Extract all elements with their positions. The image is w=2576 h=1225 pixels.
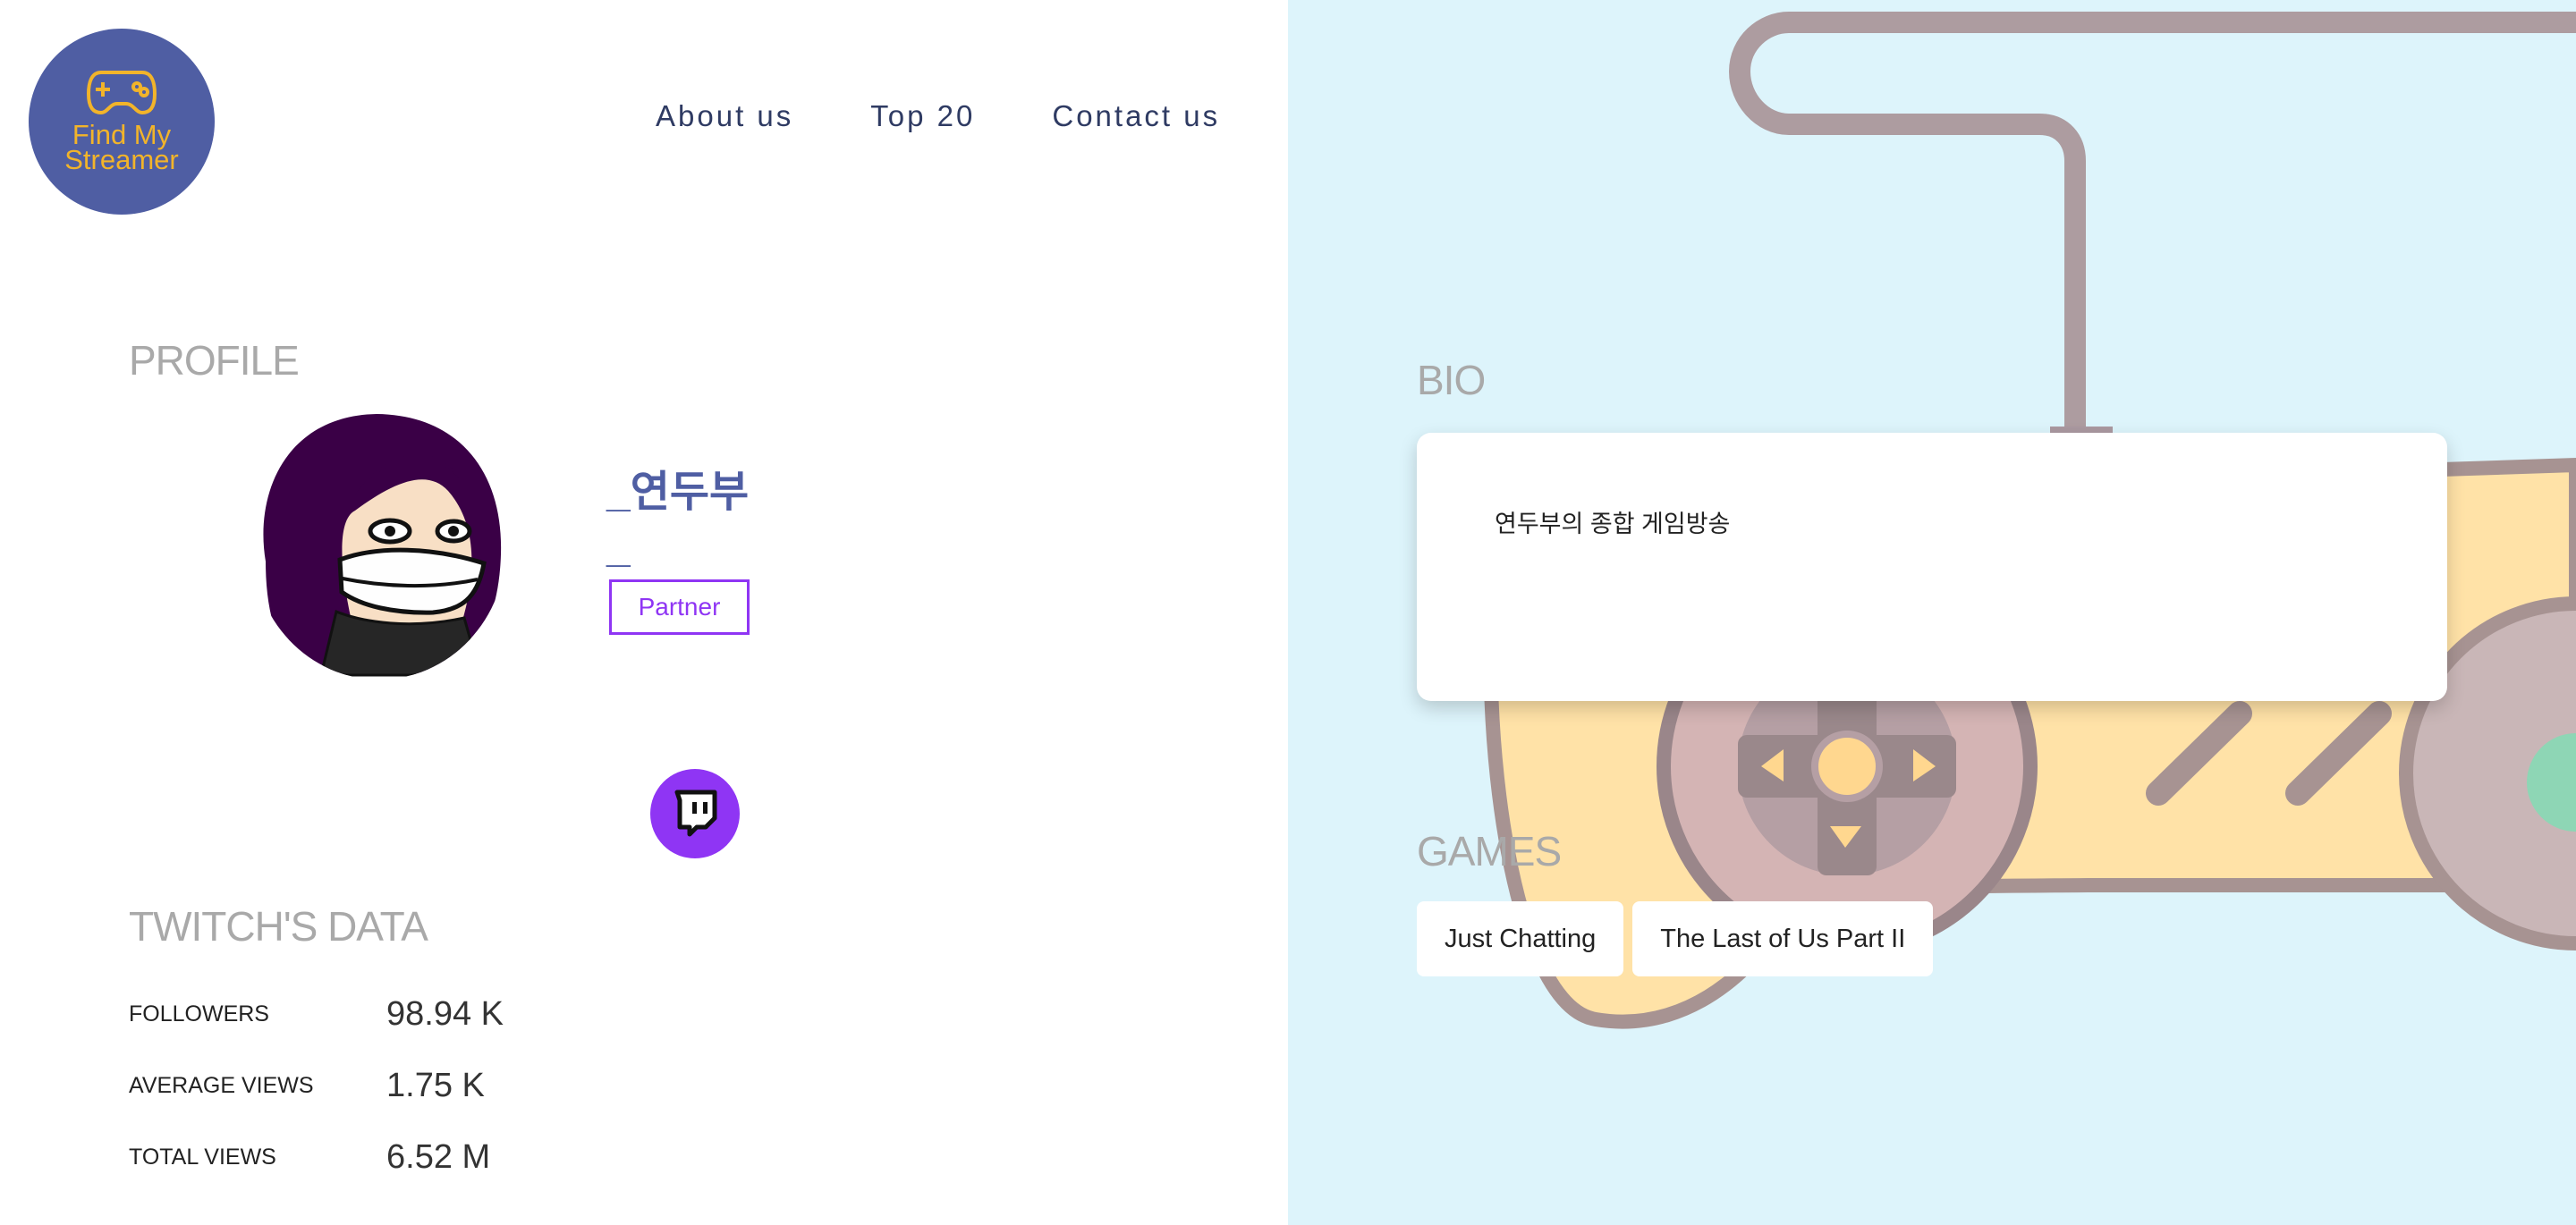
gamepad-icon [86, 71, 157, 115]
bio-title: BIO [1417, 357, 1486, 403]
bio-card: 연두부의 종합 게임방송 [1417, 433, 2447, 701]
bio-text: 연두부의 종합 게임방송 [1495, 511, 1731, 537]
nav-top20-link[interactable]: Top 20 [870, 99, 975, 133]
nav-about-link[interactable]: About us [656, 99, 793, 133]
main-nav: About us Top 20 Contact us [656, 99, 1220, 133]
followers-row: FOLLOWERS 98.94 K [129, 978, 504, 1050]
games-list: Just Chatting The Last of Us Part II [1417, 901, 1934, 976]
twitch-icon [674, 790, 717, 837]
average-views-label: AVERAGE VIEWS [129, 1072, 314, 1098]
profile-title: PROFILE [129, 337, 300, 384]
game-tag-last-of-us-part-ii[interactable]: The Last of Us Part II [1632, 901, 1934, 976]
twitch-stats: FOLLOWERS 98.94 K AVERAGE VIEWS 1.75 K T… [129, 978, 504, 1193]
average-views-row: AVERAGE VIEWS 1.75 K [129, 1050, 504, 1121]
game-tag-just-chatting[interactable]: Just Chatting [1417, 901, 1624, 976]
site-logo[interactable]: Find My Streamer [29, 29, 215, 215]
partner-badge: Partner [609, 579, 750, 635]
games-title: GAMES [1417, 828, 1562, 874]
average-views-value: 1.75 K [386, 1066, 485, 1104]
left-pane: Find My Streamer About us Top 20 Contact… [0, 0, 1288, 1225]
total-views-label: TOTAL VIEWS [129, 1144, 276, 1170]
nav-contact-link[interactable]: Contact us [1052, 99, 1220, 133]
followers-label: FOLLOWERS [129, 1001, 269, 1026]
followers-value: 98.94 K [386, 994, 504, 1033]
streamer-avatar-illustration [258, 411, 503, 680]
total-views-row: TOTAL VIEWS 6.52 M [129, 1121, 504, 1193]
total-views-value: 6.52 M [386, 1137, 491, 1176]
logo-text: Find My Streamer [64, 119, 179, 175]
twitch-link[interactable] [650, 769, 740, 858]
username-continuation: _ [606, 524, 631, 571]
twitch-data-title: TWITCH'S DATA [129, 903, 428, 950]
streamer-avatar [252, 411, 506, 680]
username: _연두부 [606, 469, 750, 516]
